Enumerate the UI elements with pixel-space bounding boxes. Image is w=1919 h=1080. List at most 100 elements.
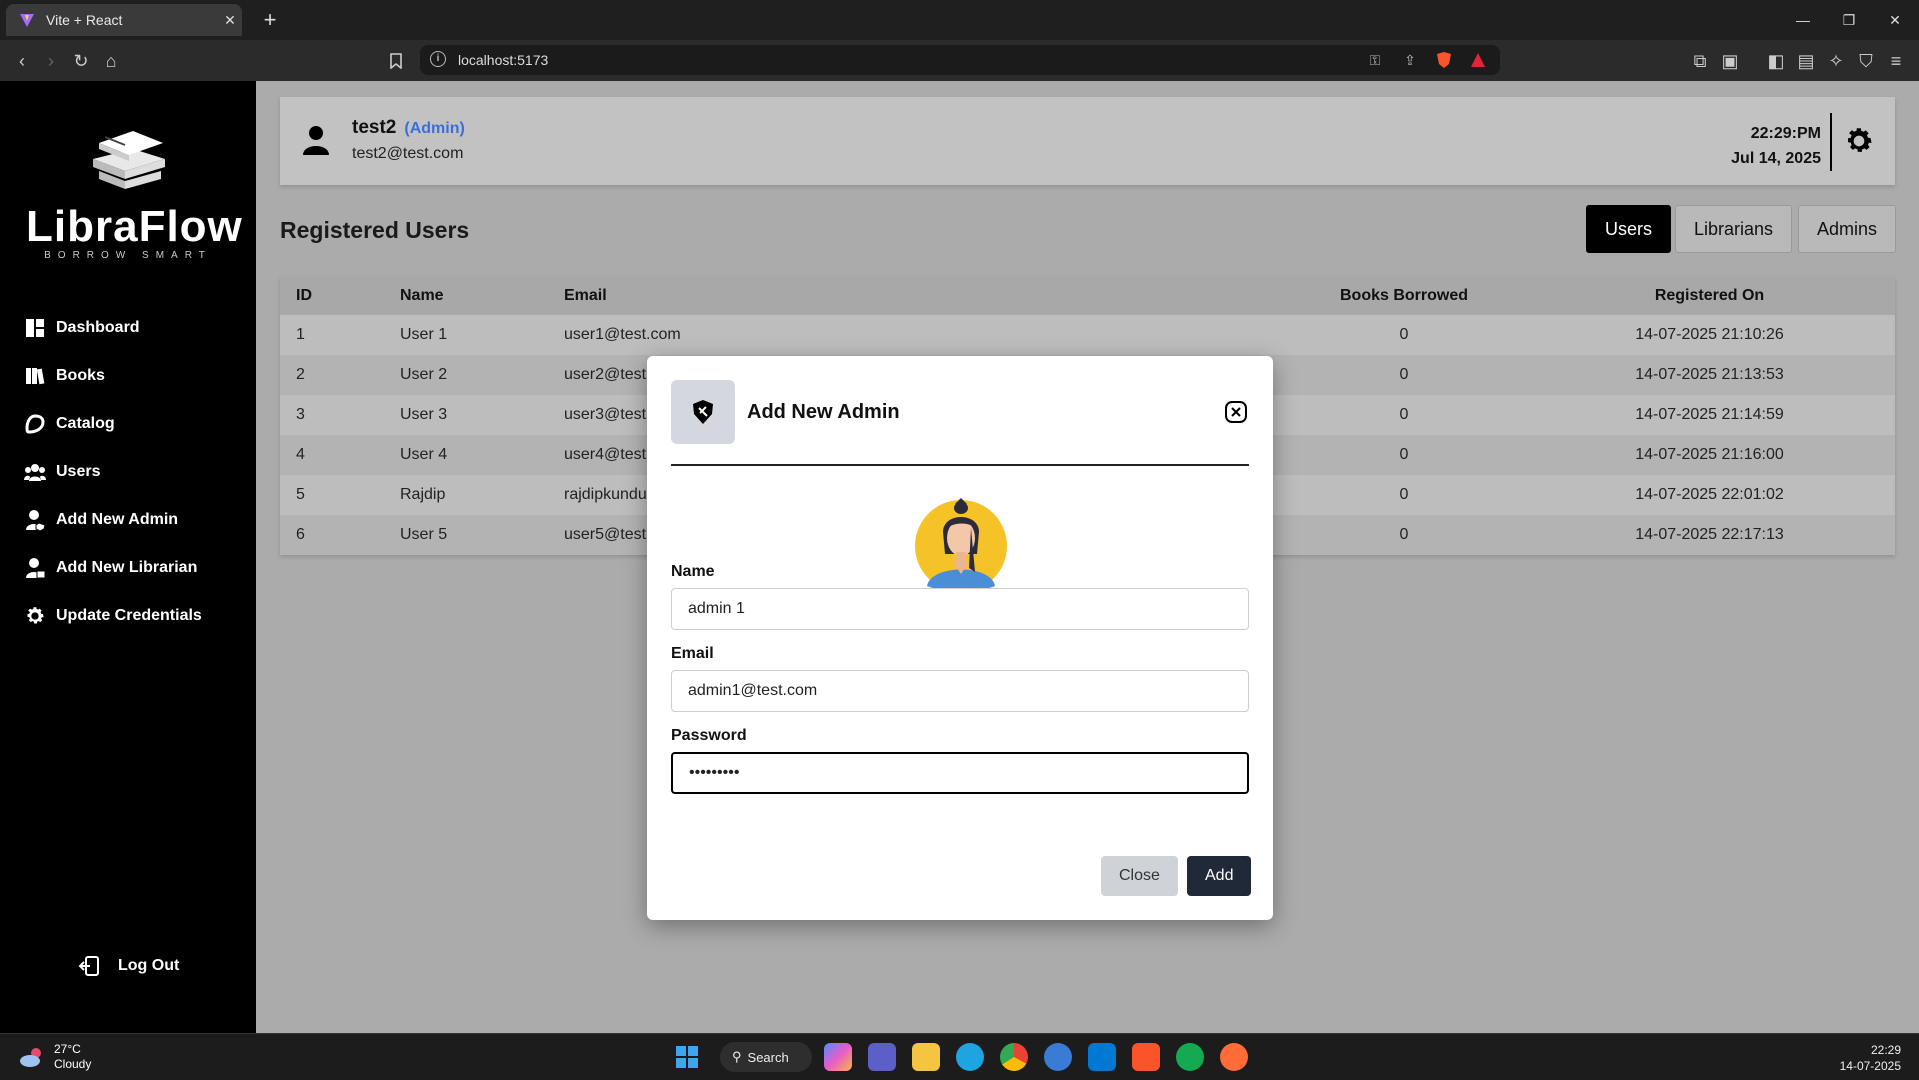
window-close-button[interactable]: ✕ — [1872, 0, 1918, 40]
browser-navbar: ‹ › ↻ ⌂ i localhost:5173 ⚿ ⇪ ⧉ ▣ ◧ ▤ ✧ ⛉… — [0, 40, 1919, 81]
user-icon — [303, 126, 329, 155]
vpn-icon[interactable]: ⛉ — [1853, 48, 1879, 74]
home-icon[interactable]: ⌂ — [98, 48, 124, 74]
address-bar[interactable]: i localhost:5173 ⚿ ⇪ — [420, 45, 1500, 75]
site-info-icon[interactable]: i — [430, 51, 446, 67]
extensions-icon[interactable]: ⧉ — [1687, 48, 1713, 74]
sidebar-item-add-new-admin[interactable]: Add New Admin — [24, 506, 178, 534]
books-logo-icon — [93, 131, 165, 189]
sidebar-item-update-credentials[interactable]: Update Credentials — [24, 602, 202, 630]
leo-ai-icon[interactable]: ✧ — [1823, 48, 1849, 74]
vscode-icon[interactable] — [1088, 1043, 1116, 1071]
python-icon[interactable] — [1044, 1043, 1072, 1071]
modal-close-icon[interactable] — [1225, 401, 1247, 423]
restore-button[interactable]: ❐ — [1826, 0, 1872, 40]
browser-tabbar: Vite + React ✕ + — ❐ ✕ — [0, 0, 1919, 40]
sidebar-item-catalog[interactable]: Catalog — [24, 410, 115, 438]
cell-id: 5 — [280, 475, 400, 515]
sidebar: LibraFlow BORROW SMART Dashboard Books C… — [0, 81, 256, 1033]
taskbar-date: 14-07-2025 — [1839, 1059, 1901, 1073]
logo: LibraFlow BORROW SMART — [26, 125, 243, 261]
cell-registered: 14-07-2025 21:16:00 — [1524, 435, 1895, 475]
windows-taskbar: 27°C Cloudy ⚲ Search 22:29 14-07-2025 — [0, 1033, 1919, 1080]
user-header: test2 (Admin) test2@test.com 22:29:PM Jul… — [280, 97, 1895, 185]
weather-text: 27°C Cloudy — [54, 1042, 91, 1072]
close-button[interactable]: Close — [1101, 856, 1178, 896]
cell-borrowed: 0 — [1284, 475, 1524, 515]
cell-name: User 4 — [400, 435, 564, 475]
forward-icon[interactable]: › — [38, 48, 64, 74]
cell-registered: 14-07-2025 21:14:59 — [1524, 395, 1895, 435]
modal-title: Add New Admin — [747, 401, 900, 423]
weather-temperature: 27°C — [54, 1042, 81, 1056]
weather-condition: Cloudy — [54, 1057, 92, 1071]
cell-name: User 3 — [400, 395, 564, 435]
add-admin-icon — [24, 509, 46, 531]
dashboard-icon — [24, 317, 46, 339]
windows-start-icon[interactable] — [673, 1043, 701, 1071]
logout-icon — [78, 954, 102, 978]
sidebar-item-add-new-librarian[interactable]: Add New Librarian — [24, 554, 197, 582]
cell-name: Rajdip — [400, 475, 564, 515]
mongodb-compass-icon[interactable] — [1176, 1043, 1204, 1071]
file-explorer-icon[interactable] — [912, 1043, 940, 1071]
settings-gear-icon[interactable] — [1843, 125, 1875, 157]
search-label: Search — [747, 1049, 789, 1065]
edge-icon[interactable] — [956, 1043, 984, 1071]
add-button[interactable]: Add — [1187, 856, 1252, 896]
share-icon[interactable]: ⇪ — [1400, 50, 1420, 70]
user-email: test2@test.com — [352, 145, 464, 162]
postman-icon[interactable] — [1220, 1043, 1248, 1071]
logo-name: LibraFlow — [26, 202, 243, 251]
weather-widget[interactable]: 27°C Cloudy — [18, 1042, 91, 1072]
tab-close-icon[interactable]: ✕ — [218, 12, 242, 29]
clock: 22:29:PM Jul 14, 2025 — [1731, 121, 1821, 171]
minimize-button[interactable]: — — [1780, 0, 1826, 40]
cell-borrowed: 0 — [1284, 515, 1524, 555]
tab-librarians[interactable]: Librarians — [1675, 205, 1793, 253]
taskbar-clock[interactable]: 22:29 14-07-2025 — [1840, 1042, 1901, 1074]
cell-registered: 14-07-2025 21:13:53 — [1524, 355, 1895, 395]
wallet-icon[interactable]: ▤ — [1793, 48, 1819, 74]
sidebar-item-label: Add New Librarian — [56, 559, 198, 576]
bookmark-icon[interactable] — [383, 48, 409, 74]
clock-time: 22:29:PM — [1750, 125, 1821, 142]
app-root: LibraFlow BORROW SMART Dashboard Books C… — [0, 81, 1919, 1033]
brave-shield-icon[interactable] — [1434, 50, 1454, 70]
password-input[interactable] — [671, 752, 1249, 794]
page-title: Registered Users — [280, 217, 470, 243]
cloudy-weather-icon — [20, 1048, 41, 1067]
header-divider — [1830, 113, 1832, 171]
sidebar-item-books[interactable]: Books — [24, 362, 105, 390]
reload-icon[interactable]: ↻ — [68, 48, 94, 74]
sidebar-toggle-icon[interactable]: ◧ — [1763, 48, 1789, 74]
table-row: 1 User 1 user1@test.com 0 14-07-2025 21:… — [280, 315, 1895, 355]
tab-title: Vite + React — [46, 12, 123, 28]
key-icon[interactable]: ⚿ — [1365, 50, 1385, 70]
sidebar-item-dashboard[interactable]: Dashboard — [24, 314, 140, 342]
reader-icon[interactable]: ▣ — [1717, 48, 1743, 74]
copilot-icon[interactable] — [824, 1043, 852, 1071]
email-input[interactable] — [671, 670, 1249, 712]
sidebar-item-users[interactable]: Users — [24, 458, 100, 486]
chrome-icon[interactable] — [1000, 1043, 1028, 1071]
logout-button[interactable]: Log Out — [78, 954, 179, 978]
brave-icon[interactable] — [1132, 1043, 1160, 1071]
cell-email: user1@test.com — [564, 315, 1284, 355]
taskbar-search[interactable]: ⚲ Search — [720, 1042, 812, 1072]
back-icon[interactable]: ‹ — [9, 48, 35, 74]
tab-users[interactable]: Users — [1586, 205, 1672, 253]
menu-icon[interactable]: ≡ — [1883, 48, 1909, 74]
cell-id: 6 — [280, 515, 400, 555]
teams-icon[interactable] — [868, 1043, 896, 1071]
user-name-line: test2 (Admin) — [352, 117, 465, 139]
new-tab-button[interactable]: + — [256, 6, 284, 34]
sidebar-item-label: Add New Admin — [56, 511, 179, 528]
books-icon — [24, 365, 46, 387]
cell-name: User 1 — [400, 315, 564, 355]
tab-admins[interactable]: Admins — [1798, 205, 1897, 253]
name-input[interactable] — [671, 588, 1249, 630]
browser-tab[interactable]: Vite + React ✕ — [6, 4, 242, 36]
logout-label: Log Out — [118, 957, 180, 974]
brave-rewards-icon[interactable] — [1468, 50, 1488, 70]
